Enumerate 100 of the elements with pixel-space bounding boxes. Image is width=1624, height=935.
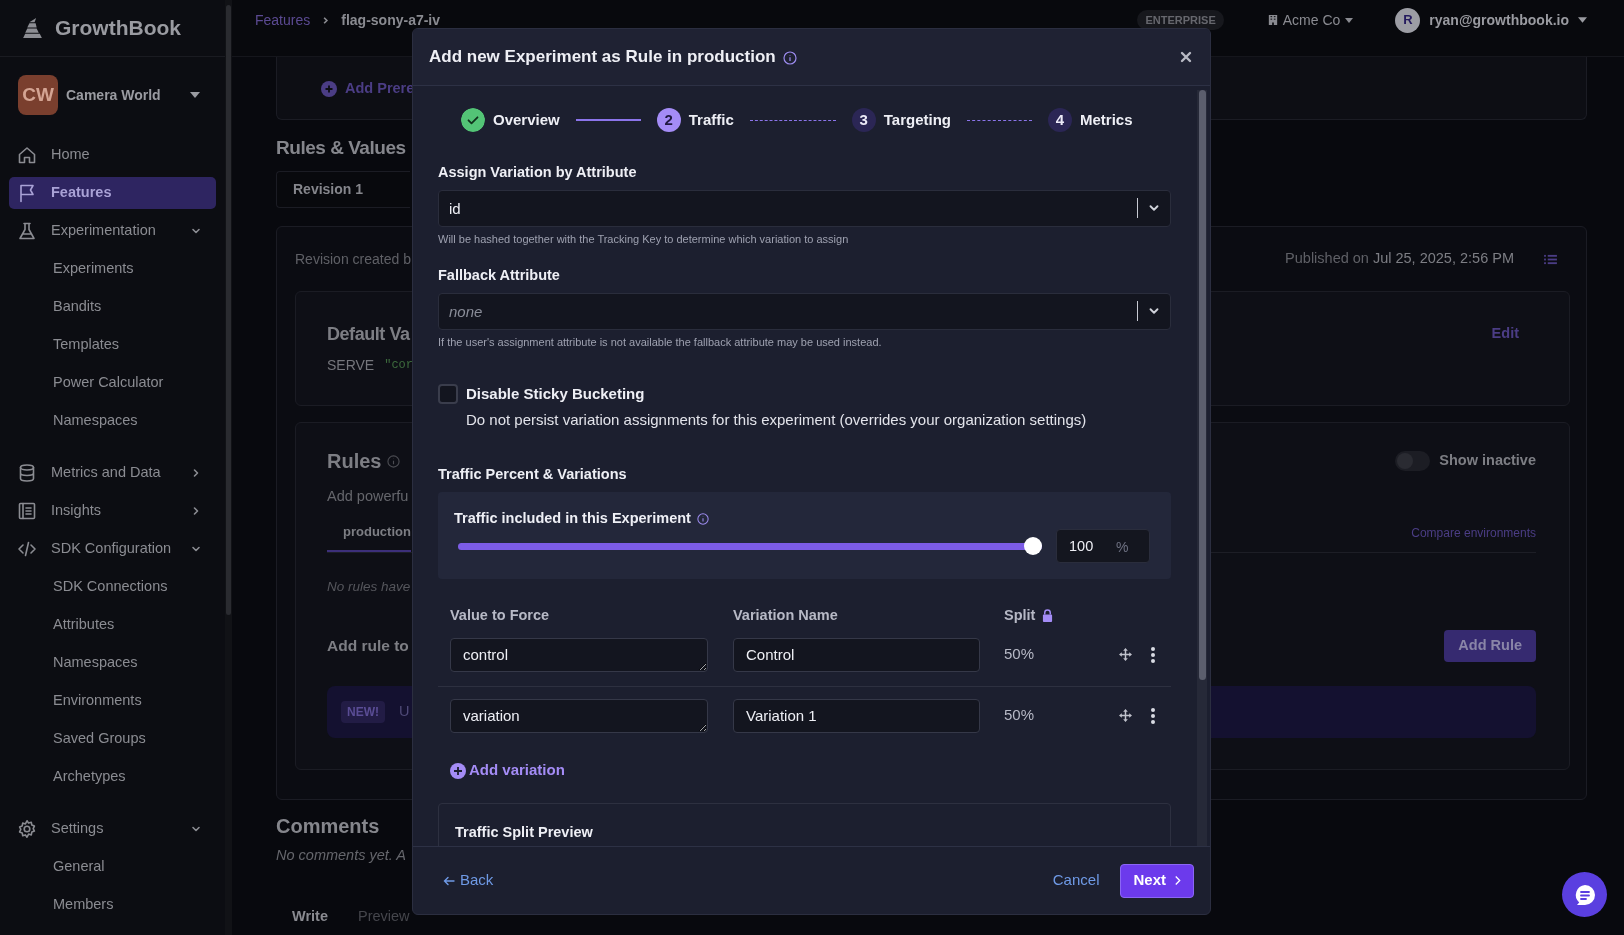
- card-title: Default Va: [327, 323, 410, 346]
- scrollbar-thumb[interactable]: [1198, 90, 1206, 680]
- org-switcher[interactable]: Acme Co: [1267, 9, 1354, 31]
- next-button[interactable]: Next: [1120, 863, 1194, 898]
- environment-tab[interactable]: production: [327, 522, 411, 552]
- revision-note: Revision created b: [295, 249, 411, 269]
- logo-icon: [20, 15, 45, 41]
- cancel-link[interactable]: Cancel: [1052, 869, 1100, 892]
- arrow-left-icon: [443, 874, 455, 887]
- chat-button[interactable]: [1562, 872, 1607, 917]
- field-label: Fallback Attribute: [438, 266, 561, 285]
- back-link[interactable]: Back: [443, 869, 494, 892]
- split-value: 50%: [1004, 705, 1036, 726]
- nav-item[interactable]: Namespaces: [9, 647, 216, 679]
- empty-message: No rules have: [327, 577, 411, 596]
- step-number: 4: [1047, 108, 1072, 132]
- nav-item[interactable]: Members: [9, 889, 216, 921]
- checkbox-label: Disable Sticky Bucketing: [466, 384, 645, 404]
- card-subtitle: Add powerfu: [327, 487, 410, 506]
- nav-item[interactable]: Experiments: [9, 253, 216, 285]
- nav-item[interactable]: Saved Groups: [9, 723, 216, 755]
- card-title: Rules: [327, 449, 382, 474]
- checkbox[interactable]: [438, 384, 458, 405]
- published-label: Published on: [1285, 249, 1369, 269]
- step-label[interactable]: Metrics: [1079, 108, 1133, 132]
- name-field[interactable]: Variation 1: [733, 698, 980, 733]
- value-text: "cor: [384, 357, 414, 374]
- nav-item[interactable]: Home: [9, 139, 216, 171]
- building-icon: [1267, 14, 1278, 26]
- step-label[interactable]: Overview: [493, 108, 560, 132]
- user-avatar: R: [1395, 7, 1421, 33]
- column-header: Variation Name: [733, 605, 838, 625]
- step-label[interactable]: Targeting: [883, 108, 951, 132]
- select-field[interactable]: none: [438, 293, 1171, 330]
- nav-item[interactable]: Namespaces: [9, 405, 216, 437]
- info-icon[interactable]: [696, 512, 709, 525]
- value-field[interactable]: variation: [450, 698, 708, 733]
- nav-item[interactable]: General: [9, 851, 216, 883]
- new-badge: NEW!: [341, 700, 385, 723]
- empty-message: No comments yet. A: [276, 846, 406, 865]
- org-avatar: CW: [18, 75, 58, 115]
- add-rule-button[interactable]: Add Rule: [1444, 629, 1536, 662]
- lock-icon[interactable]: [1042, 609, 1054, 622]
- field-label: Traffic included in this Experiment: [454, 508, 691, 528]
- step-number: 2: [656, 108, 681, 132]
- nav-item[interactable]: Metrics and Data: [9, 457, 216, 489]
- chevron-icon: [1174, 875, 1181, 886]
- select-field[interactable]: id: [438, 190, 1171, 227]
- plus-icon: [450, 762, 466, 779]
- more-icon[interactable]: [1151, 707, 1155, 724]
- nav-item[interactable]: Settings: [9, 813, 216, 845]
- database-icon: [17, 463, 37, 483]
- nav-item[interactable]: Templates: [9, 329, 216, 361]
- nav-item[interactable]: Archetypes: [9, 761, 216, 793]
- move-icon[interactable]: [1119, 648, 1132, 661]
- section-label: Traffic Percent & Variations: [438, 464, 628, 484]
- breadcrumb-link[interactable]: flag-sony-a7-iv: [341, 9, 441, 31]
- nav-item[interactable]: Attributes: [9, 609, 216, 641]
- document-icon: [17, 501, 37, 521]
- move-icon[interactable]: [1119, 709, 1132, 722]
- plan-badge: ENTERPRISE: [1137, 9, 1224, 31]
- traffic-slider[interactable]: [458, 536, 1042, 555]
- editor-tab[interactable]: Write: [278, 902, 342, 931]
- toggle-switch[interactable]: [1395, 451, 1431, 471]
- info-icon[interactable]: [782, 51, 797, 65]
- nav-item[interactable]: Insights: [9, 495, 216, 527]
- nav-item[interactable]: Features: [9, 177, 216, 209]
- logo-text: GrowthBook: [55, 15, 181, 42]
- published-date: Jul 25, 2025, 2:56 PM: [1372, 249, 1514, 269]
- panel-title: Traffic Split Preview: [455, 822, 594, 842]
- more-icon[interactable]: [1151, 646, 1155, 663]
- user-menu[interactable]: R ryan@growthbook.io: [1395, 7, 1587, 33]
- step-number: 3: [851, 108, 876, 132]
- nav-item[interactable]: Power Calculator: [9, 367, 216, 399]
- revision-select[interactable]: Revision 1: [276, 171, 410, 208]
- nav-item[interactable]: SDK Connections: [9, 571, 216, 603]
- toggle-label: Show inactive: [1439, 451, 1536, 471]
- modal-title: Add new Experiment as Rule in production: [429, 46, 776, 69]
- value-field[interactable]: control: [450, 637, 708, 672]
- caret-icon[interactable]: [190, 92, 200, 98]
- nav-item[interactable]: SDK Configuration: [9, 533, 216, 565]
- section-title: Comments: [276, 814, 380, 839]
- step-label[interactable]: Traffic: [688, 108, 734, 132]
- flag-icon: [17, 183, 37, 203]
- checkbox-description: Do not persist variation assignments for this experiment (overrides your organization settings): [465, 409, 1088, 430]
- org-name[interactable]: Camera World: [66, 84, 161, 106]
- nav-item[interactable]: Experimentation: [9, 215, 216, 247]
- field-label: Assign Variation by Attribute: [438, 163, 638, 182]
- nav-item[interactable]: Bandits: [9, 291, 216, 323]
- caret-icon: [1578, 17, 1587, 23]
- column-header: Value to Force: [450, 605, 550, 625]
- slider-thumb[interactable]: [1024, 536, 1042, 555]
- add-variation-link[interactable]: Add variation: [450, 760, 565, 781]
- code-icon: [17, 539, 37, 559]
- help-text: If the user's assignment attribute is not available the fallback attribute may be used instead.: [438, 335, 883, 349]
- help-text: Will be hashed together with the Tracking Key to determine which variation to assign: [438, 232, 850, 246]
- close-icon[interactable]: [1180, 51, 1192, 63]
- nav-item[interactable]: Environments: [9, 685, 216, 717]
- name-field[interactable]: Control: [733, 637, 980, 672]
- scrollbar-thumb[interactable]: [226, 5, 231, 615]
